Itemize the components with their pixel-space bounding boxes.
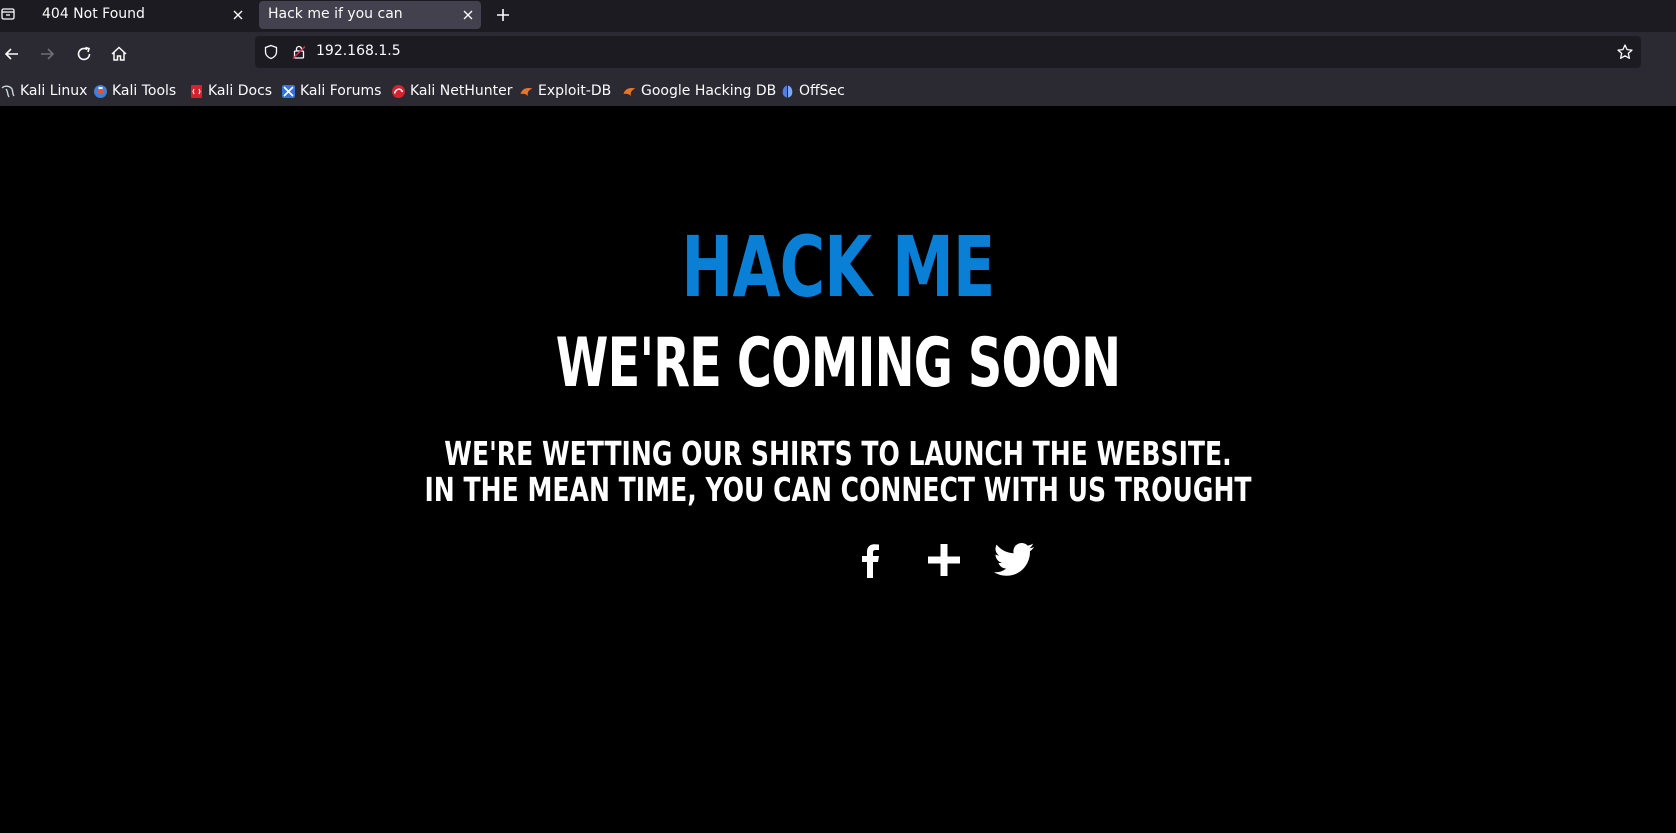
bookmark-label: OffSec bbox=[799, 83, 845, 99]
nethunter-icon bbox=[392, 85, 405, 98]
url-text[interactable]: 192.168.1.5 bbox=[316, 43, 401, 59]
bookmark-label: Google Hacking DB bbox=[641, 83, 777, 99]
back-icon[interactable] bbox=[1, 43, 23, 65]
facebook-icon[interactable] bbox=[848, 538, 892, 582]
bookmark-label: Kali Forums bbox=[300, 83, 382, 99]
kali-docs-icon bbox=[191, 85, 202, 98]
bookmark-label: Exploit-DB bbox=[538, 83, 612, 99]
twitter-icon[interactable] bbox=[992, 538, 1036, 582]
message-line-1: WE'RE WETTING OUR SHIRTS TO LAUNCH THE W… bbox=[444, 434, 1232, 473]
bookmark-label: Kali NetHunter bbox=[410, 83, 513, 99]
tracking-protection-icon[interactable] bbox=[263, 44, 279, 60]
headline: HACK ME bbox=[681, 218, 995, 316]
google-plus-icon[interactable] bbox=[922, 538, 966, 582]
kali-tools-icon bbox=[94, 85, 107, 98]
close-tab-icon[interactable] bbox=[231, 8, 245, 22]
message-line-2: IN THE MEAN TIME, YOU CAN CONNECT WITH U… bbox=[424, 470, 1252, 509]
new-tab-icon[interactable] bbox=[492, 4, 514, 26]
reload-icon[interactable] bbox=[73, 43, 95, 65]
bookmark-label: Kali Linux bbox=[20, 83, 88, 99]
offsec-icon bbox=[782, 85, 793, 98]
navigation-toolbar: 192.168.1.5 bbox=[0, 32, 1676, 76]
close-tab-icon[interactable] bbox=[461, 8, 475, 22]
exploit-db-icon bbox=[520, 88, 533, 96]
ghdb-icon bbox=[623, 88, 636, 96]
subheadline: WE'RE COMING SOON bbox=[555, 324, 1121, 403]
address-bar[interactable]: 192.168.1.5 bbox=[255, 36, 1641, 68]
bookmarks-toolbar: Kali Linux Kali Tools Kali Docs Kali For… bbox=[0, 76, 1676, 106]
home-icon[interactable] bbox=[108, 43, 130, 65]
tab-strip: 404 Not Found Hack me if you can bbox=[0, 0, 1676, 32]
bookmark-label: Kali Tools bbox=[112, 83, 177, 99]
tab-list-icon[interactable] bbox=[0, 6, 16, 22]
tab-title: 404 Not Found bbox=[42, 6, 145, 22]
tab-404-not-found[interactable]: 404 Not Found bbox=[33, 1, 251, 29]
insecure-lock-icon[interactable] bbox=[291, 44, 307, 60]
tab-hack-me[interactable]: Hack me if you can bbox=[259, 1, 481, 29]
bookmark-label: Kali Docs bbox=[208, 83, 273, 99]
page-content: HACK ME WE'RE COMING SOON WE'RE WETTING … bbox=[0, 106, 1676, 833]
tab-title: Hack me if you can bbox=[268, 6, 403, 22]
forward-icon[interactable] bbox=[36, 43, 58, 65]
bookmark-star-icon[interactable] bbox=[1616, 43, 1634, 61]
kali-dragon-icon bbox=[1, 85, 15, 98]
kali-forums-icon bbox=[282, 85, 295, 98]
